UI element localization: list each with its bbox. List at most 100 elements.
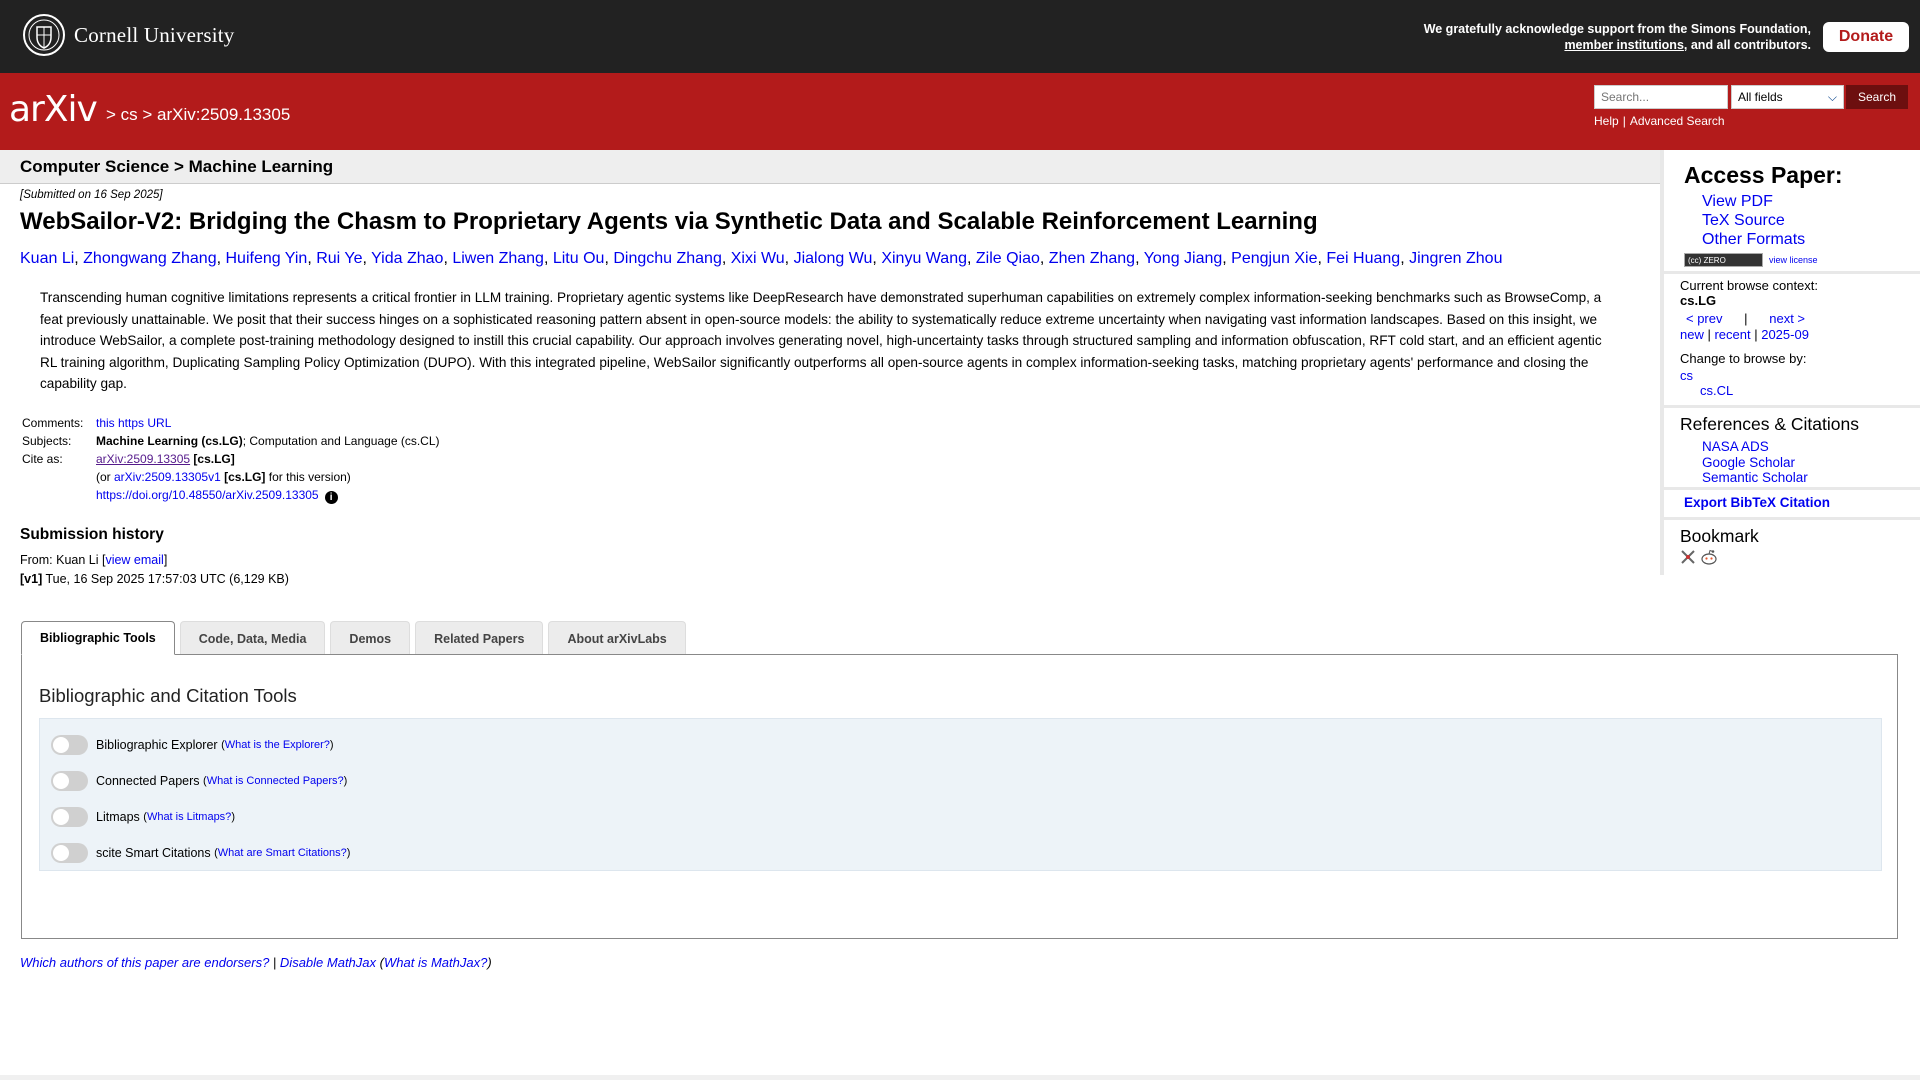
- license-block: (cc) ZERO view license: [1684, 253, 1818, 267]
- new-link[interactable]: new: [1680, 327, 1704, 342]
- tool-help-link[interactable]: What is the Explorer?: [225, 739, 330, 751]
- listing-nav: new | recent | 2025-09: [1680, 327, 1809, 342]
- author-link[interactable]: Yong Jiang: [1144, 250, 1223, 267]
- tab-related-papers[interactable]: Related Papers: [415, 621, 544, 655]
- browse-context-section: Current browse context: cs.LG < prev | n…: [1664, 274, 1920, 408]
- advanced-search-link[interactable]: Advanced Search: [1630, 114, 1725, 128]
- help-link[interactable]: Help: [1594, 114, 1619, 128]
- endorsers-link[interactable]: Which authors of this paper are endorser…: [20, 955, 269, 970]
- info-icon[interactable]: i: [324, 491, 338, 504]
- subjects-label: Subjects:: [22, 434, 72, 448]
- arxiv-logo[interactable]: arXiv: [9, 89, 98, 130]
- author-separator: ,: [872, 250, 882, 267]
- author-link[interactable]: Zile Qiao: [976, 250, 1040, 267]
- version-date: Tue, 16 Sep 2025 17:57:03 UTC (6,129 KB): [42, 572, 289, 586]
- submitter-line: From: Kuan Li [view email]: [20, 551, 289, 570]
- doi-link[interactable]: https://doi.org/10.48550/arXiv.2509.1330…: [96, 488, 319, 502]
- submission-history-heading: Submission history: [20, 526, 164, 543]
- google-scholar-link[interactable]: Google Scholar: [1702, 455, 1795, 470]
- access-links: View PDF TeX Source Other Formats: [1702, 192, 1805, 249]
- tab-bibliographic-tools[interactable]: Bibliographic Tools: [21, 621, 175, 655]
- chevron-down-icon: ⌵: [1827, 90, 1837, 104]
- tool-litmaps: Litmaps (What is Litmaps?): [51, 807, 235, 827]
- other-formats-link[interactable]: Other Formats: [1702, 231, 1805, 248]
- labs-tabs: Bibliographic Tools Code, Data, Media De…: [21, 621, 691, 655]
- breadcrumb[interactable]: > cs > arXiv:2509.13305: [106, 105, 290, 125]
- cite-version-link[interactable]: arXiv:2509.13305v1: [114, 470, 221, 484]
- author-separator: ,: [966, 250, 976, 267]
- author-link[interactable]: Kuan Li: [20, 250, 74, 267]
- tool-scite: scite Smart Citations (What are Smart Ci…: [51, 843, 350, 863]
- bibliographic-explorer-toggle[interactable]: [51, 735, 88, 755]
- tool-help-link[interactable]: What are Smart Citations?: [218, 847, 347, 859]
- disable-mathjax-link[interactable]: Disable MathJax: [280, 955, 376, 970]
- cite-category: [cs.LG]: [193, 452, 235, 466]
- semantic-scholar-link[interactable]: Semantic Scholar: [1702, 470, 1808, 485]
- cite-or-prefix: (or: [96, 470, 114, 484]
- author-link[interactable]: Litu Ou: [553, 250, 605, 267]
- author-link[interactable]: Zhongwang Zhang: [83, 250, 216, 267]
- litmaps-toggle[interactable]: [51, 807, 88, 827]
- author-link[interactable]: Dingchu Zhang: [613, 250, 722, 267]
- comments-link[interactable]: this https URL: [96, 416, 171, 430]
- primary-subject: Machine Learning (cs.LG): [96, 434, 243, 448]
- tab-about-arxivlabs[interactable]: About arXivLabs: [548, 621, 686, 655]
- export-bibtex: Export BibTeX Citation: [1684, 495, 1830, 511]
- recent-link[interactable]: recent: [1714, 327, 1750, 342]
- month-link[interactable]: 2025-09: [1761, 327, 1809, 342]
- tool-help-link[interactable]: What is Connected Papers?: [207, 775, 344, 787]
- author-separator: ,: [721, 250, 731, 267]
- author-separator: ,: [443, 250, 453, 267]
- export-bibtex-link[interactable]: Export BibTeX Citation: [1684, 495, 1830, 510]
- view-email-link[interactable]: view email: [105, 553, 163, 567]
- next-link[interactable]: next >: [1769, 311, 1805, 326]
- from-suffix: ]: [163, 553, 168, 567]
- panel-heading: Bibliographic and Citation Tools: [39, 685, 297, 706]
- tool-connected-papers: Connected Papers (What is Connected Pape…: [51, 771, 347, 791]
- author-link[interactable]: Pengjun Xie: [1231, 250, 1317, 267]
- tab-demos[interactable]: Demos: [330, 621, 411, 655]
- author-link[interactable]: Jingren Zhou: [1409, 250, 1502, 267]
- author-link[interactable]: Xinyu Wang: [881, 250, 967, 267]
- tool-help: (What is Litmaps?): [143, 811, 235, 823]
- cc-zero-badge-icon[interactable]: (cc) ZERO: [1684, 253, 1763, 267]
- browse-cs-link[interactable]: cs: [1680, 368, 1693, 383]
- search-button[interactable]: Search: [1846, 85, 1908, 109]
- author-link[interactable]: Yida Zhao: [371, 250, 443, 267]
- view-license-link[interactable]: view license: [1769, 255, 1818, 265]
- author-link[interactable]: Liwen Zhang: [452, 250, 544, 267]
- cornell-logo[interactable]: Cornell University: [22, 13, 235, 57]
- tool-help: (What is Connected Papers?): [203, 775, 348, 787]
- browse-cscl-link[interactable]: cs.CL: [1700, 383, 1733, 398]
- member-institutions-link[interactable]: member institutions: [1564, 38, 1683, 52]
- tex-source-link[interactable]: TeX Source: [1702, 212, 1785, 229]
- bibsonomy-icon[interactable]: [1680, 549, 1696, 565]
- author-link[interactable]: Xixi Wu: [731, 250, 785, 267]
- tool-help-link[interactable]: What is Litmaps?: [147, 811, 231, 823]
- cite-id-link[interactable]: arXiv:2509.13305: [96, 452, 190, 466]
- what-is-mathjax-link[interactable]: What is MathJax?: [384, 955, 487, 970]
- tool-name: scite Smart Citations: [96, 846, 211, 860]
- reddit-icon[interactable]: [1700, 549, 1718, 565]
- author-link[interactable]: Jialong Wu: [794, 250, 873, 267]
- connected-papers-toggle[interactable]: [51, 771, 88, 791]
- view-pdf-link[interactable]: View PDF: [1702, 193, 1773, 210]
- search-help-links: Help | Advanced Search: [1594, 114, 1725, 128]
- metadata-table: Comments: this https URL Subjects: Machi…: [20, 415, 442, 507]
- donate-button[interactable]: Donate: [1823, 22, 1909, 52]
- author-link[interactable]: Rui Ye: [316, 250, 362, 267]
- prev-link[interactable]: < prev: [1686, 311, 1723, 326]
- tool-name: Bibliographic Explorer: [96, 738, 218, 752]
- tab-code-data-media[interactable]: Code, Data, Media: [179, 621, 326, 655]
- subject-heading: Computer Science > Machine Learning: [20, 157, 334, 176]
- author-separator: ,: [74, 250, 84, 267]
- scite-toggle[interactable]: [51, 843, 88, 863]
- bibliographic-tools-panel: Bibliographic and Citation Tools Bibliog…: [21, 654, 1898, 939]
- nasa-ads-link[interactable]: NASA ADS: [1702, 439, 1769, 454]
- author-link[interactable]: Zhen Zhang: [1049, 250, 1135, 267]
- tool-help: (What is the Explorer?): [221, 739, 334, 751]
- search-input[interactable]: [1594, 85, 1728, 109]
- author-link[interactable]: Huifeng Yin: [225, 250, 307, 267]
- search-field-select[interactable]: All fields ⌵: [1731, 85, 1844, 109]
- author-link[interactable]: Fei Huang: [1326, 250, 1400, 267]
